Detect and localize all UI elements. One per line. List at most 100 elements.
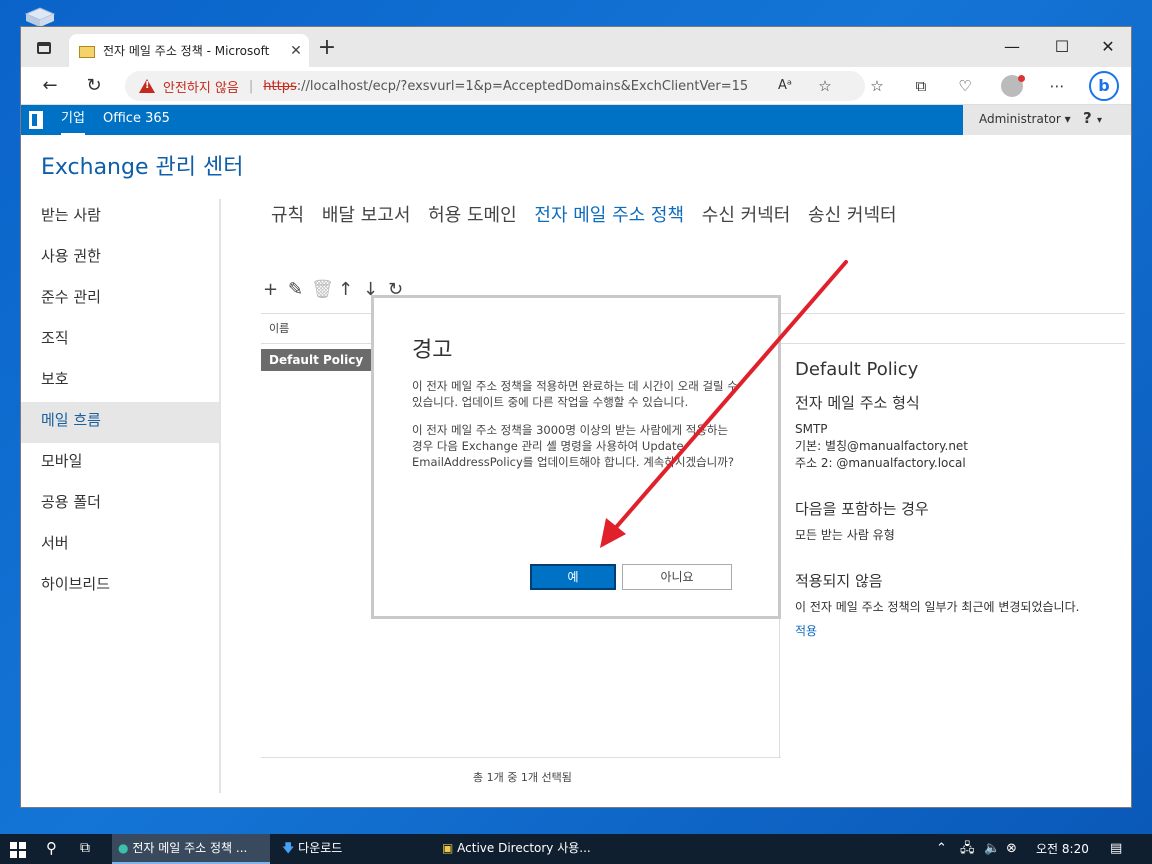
tab-email-address-policies[interactable]: 전자 메일 주소 정책 xyxy=(534,205,684,226)
collections-icon[interactable]: ⧉ xyxy=(909,75,933,97)
mail-flow-tabs: 규칙 배달 보고서 허용 도메인 전자 메일 주소 정책 수신 커넥터 송신 커… xyxy=(271,201,909,227)
warning-icon xyxy=(139,79,155,93)
profile-avatar[interactable] xyxy=(1001,75,1025,97)
nav-item-permissions[interactable]: 사용 권한 xyxy=(21,238,221,279)
warning-dialog: 경고 이 전자 메일 주소 정책을 적용하면 완료하는 데 시간이 오래 걸릴 … xyxy=(371,295,781,619)
edit-icon[interactable]: ✎ xyxy=(286,279,305,300)
delete-icon[interactable]: 🗑 xyxy=(311,279,334,300)
tab-title: 전자 메일 주소 정책 - Microsoft xyxy=(103,44,270,58)
more-menu-icon[interactable]: ⋯ xyxy=(1045,75,1069,97)
tab-send-connectors[interactable]: 송신 커넥터 xyxy=(808,205,897,226)
detail-primary-address: 기본: 별칭@manualfactory.net xyxy=(795,439,969,453)
tab-close-icon[interactable]: ✕ xyxy=(283,43,309,59)
ad-icon: ▣ xyxy=(442,841,454,855)
account-menu[interactable]: Administrator ▾ xyxy=(979,112,1071,126)
taskbar-item-downloads-label: 다운로드 xyxy=(298,841,343,855)
address-bar[interactable]: 안전하지 않음 | https ://localhost/ecp/?exsvur… xyxy=(125,71,865,101)
favorites-icon[interactable]: ☆ xyxy=(865,75,889,97)
tab-accepted-domains[interactable]: 허용 도메인 xyxy=(428,205,517,226)
left-nav: 받는 사람 사용 권한 준수 관리 조직 보호 메일 흐름 모바일 공용 폴더 … xyxy=(21,197,221,607)
nav-item-public-folders[interactable]: 공용 폴더 xyxy=(21,484,221,525)
favorite-star-icon[interactable]: ☆ xyxy=(813,75,837,97)
column-header-name[interactable]: 이름 xyxy=(269,320,289,336)
detail-pane: Default Policy 전자 메일 주소 형식 SMTP 기본: 별칭@m… xyxy=(795,359,1125,639)
nav-item-compliance[interactable]: 준수 관리 xyxy=(21,279,221,320)
detail-include-heading: 다음을 포함하는 경우 xyxy=(795,500,929,518)
network-icon[interactable]: 🖧 xyxy=(960,834,975,864)
url-protocol: https xyxy=(263,78,297,94)
tab-receive-connectors[interactable]: 수신 커넥터 xyxy=(702,205,791,226)
tab-bar: 전자 메일 주소 정책 - Microsoft ✕ + — ☐ ✕ xyxy=(21,27,1131,67)
account-area: Administrator ▾ ? ▾ xyxy=(963,105,1131,135)
desktop-recycle-icon[interactable] xyxy=(22,6,58,28)
detail-secondary-address: 주소 2: @manualfactory.local xyxy=(795,456,966,470)
detail-format-type: SMTP xyxy=(795,422,828,436)
help-icon: ? xyxy=(1083,109,1092,127)
volume-icon[interactable]: 🔈 xyxy=(984,834,1000,864)
refresh-icon[interactable]: ↻ xyxy=(79,73,109,99)
minimize-icon[interactable]: — xyxy=(989,35,1035,59)
yes-button[interactable]: 예 xyxy=(530,564,616,590)
nav-item-hybrid[interactable]: 하이브리드 xyxy=(21,566,221,607)
search-icon[interactable]: ⚲ xyxy=(46,834,66,864)
account-name: Administrator xyxy=(979,112,1061,126)
nav-divider xyxy=(219,199,221,793)
taskbar-item-ad[interactable]: ▣ Active Directory 사용... xyxy=(436,834,596,864)
office365-link[interactable]: Office 365 xyxy=(103,105,170,133)
taskbar-item-ad-label: Active Directory 사용... xyxy=(457,841,591,855)
taskbar-item-edge-label: 전자 메일 주소 정책 ... xyxy=(132,841,248,855)
browser-essentials-icon[interactable]: ♡ xyxy=(953,75,977,97)
page-title: Exchange 관리 센터 xyxy=(41,155,244,180)
move-up-icon[interactable]: ↑ xyxy=(336,279,355,300)
nav-item-protection[interactable]: 보호 xyxy=(21,361,221,402)
tray-chevron-icon[interactable]: ⌃ xyxy=(936,834,947,864)
task-view-icon[interactable]: ⧉ xyxy=(80,834,100,864)
help-menu[interactable]: ? ▾ xyxy=(1083,109,1102,127)
selection-status: 총 1개 중 1개 선택됨 xyxy=(473,771,572,784)
detail-title: Default Policy xyxy=(795,359,919,380)
nav-item-mail-flow[interactable]: 메일 흐름 xyxy=(21,402,221,443)
nav-item-mobile[interactable]: 모바일 xyxy=(21,443,221,484)
insecure-label[interactable]: 안전하지 않음 xyxy=(163,77,239,96)
url-text: ://localhost/ecp/?exsvurl=1&p=AcceptedDo… xyxy=(296,78,749,94)
nav-item-servers[interactable]: 서버 xyxy=(21,525,221,566)
office-logo-icon[interactable] xyxy=(29,111,43,129)
corp-link[interactable]: 기업 xyxy=(61,105,85,135)
close-window-icon[interactable]: ✕ xyxy=(1085,35,1131,59)
tab-rules[interactable]: 규칙 xyxy=(271,205,304,226)
taskbar-item-edge[interactable]: ● 전자 메일 주소 정책 ... xyxy=(112,834,270,864)
tab-actions-icon[interactable] xyxy=(37,42,51,54)
read-aloud-icon[interactable]: Aᵃ xyxy=(773,75,797,97)
maximize-icon[interactable]: ☐ xyxy=(1039,35,1085,59)
new-tab-icon[interactable]: + xyxy=(317,37,337,59)
back-icon[interactable]: ← xyxy=(35,73,65,99)
o365-header: 기업 Office 365 Administrator ▾ ? ▾ xyxy=(21,105,1131,135)
browser-tab[interactable]: 전자 메일 주소 정책 - Microsoft ✕ xyxy=(69,34,309,67)
no-button[interactable]: 아니요 xyxy=(622,564,732,590)
dialog-paragraph-1: 이 전자 메일 주소 정책을 적용하면 완료하는 데 시간이 오래 걸릴 수 있… xyxy=(412,379,738,409)
table-row-selected[interactable]: Default Policy xyxy=(261,349,371,371)
add-icon[interactable]: + xyxy=(261,279,280,300)
alert-icon[interactable]: ⊗ xyxy=(1006,834,1017,864)
list-bottom-line xyxy=(261,757,781,758)
notifications-icon[interactable]: ▤ xyxy=(1110,834,1122,864)
nav-item-organization[interactable]: 조직 xyxy=(21,320,221,361)
detail-not-applied-text: 이 전자 메일 주소 정책의 일부가 최근에 변경되었습니다. xyxy=(795,600,1080,614)
address-row: ← ↻ 안전하지 않음 | https ://localhost/ecp/?ex… xyxy=(21,67,1131,105)
browser-window: 전자 메일 주소 정책 - Microsoft ✕ + — ☐ ✕ ← ↻ 안전… xyxy=(20,26,1132,808)
detail-include-value: 모든 받는 사람 유형 xyxy=(795,528,895,542)
tab-delivery-reports[interactable]: 배달 보고서 xyxy=(322,205,411,226)
apply-link[interactable]: 적용 xyxy=(795,622,1125,639)
download-icon: 🡇 xyxy=(282,841,295,855)
dialog-title: 경고 xyxy=(412,338,453,363)
detail-format-heading: 전자 메일 주소 형식 xyxy=(795,394,920,412)
detail-not-applied-heading: 적용되지 않음 xyxy=(795,572,883,590)
nav-item-recipients[interactable]: 받는 사람 xyxy=(21,197,221,238)
taskbar: ⚲ ⧉ ● 전자 메일 주소 정책 ... 🡇 다운로드 ▣ Active Di… xyxy=(0,834,1152,864)
edge-icon: ● xyxy=(118,841,129,855)
bing-chat-icon[interactable]: b xyxy=(1089,71,1119,101)
clock[interactable]: 오전 8:20 xyxy=(1036,834,1089,864)
windows-start-icon[interactable] xyxy=(10,842,26,858)
dialog-paragraph-2: 이 전자 메일 주소 정책을 3000명 이상의 받는 사람에게 적용하는 경우… xyxy=(412,423,734,469)
taskbar-item-downloads[interactable]: 🡇 다운로드 xyxy=(276,834,426,864)
